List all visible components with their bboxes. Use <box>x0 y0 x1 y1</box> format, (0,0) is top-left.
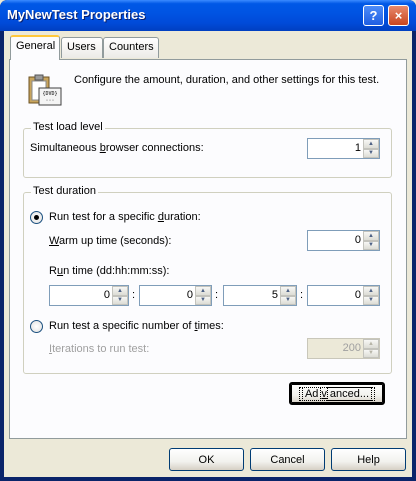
warmup-time-label: Warm up time (seconds): <box>49 235 172 247</box>
advanced-button[interactable]: Ad v anced... <box>289 382 385 405</box>
general-tab-panel: {DVD} ◦◦◦ Configure the amount, duration… <box>9 59 407 439</box>
window-title: MyNewTest Properties <box>7 7 146 22</box>
spin-up-icon[interactable]: ▲ <box>363 231 379 241</box>
spin-down-icon[interactable]: ▼ <box>363 148 379 158</box>
tab-general[interactable]: General <box>10 35 60 60</box>
svg-text:{DVD}: {DVD} <box>42 91 57 97</box>
tab-counters[interactable]: Counters <box>103 37 159 58</box>
run-time-minutes-value[interactable]: 5 <box>272 289 278 301</box>
test-duration-group: Test duration Run test for a specific du… <box>23 185 392 374</box>
iterations-option-label[interactable]: Run test a specific number of times: <box>49 320 224 332</box>
browser-connections-value[interactable]: 1 <box>355 142 361 154</box>
intro-description: Configure the amount, duration, and othe… <box>74 74 380 86</box>
run-time-days-spinner[interactable]: 0 ▲ ▼ <box>49 285 129 306</box>
title-help-button[interactable]: ? <box>363 5 384 26</box>
browser-connections-label: Simultaneous browser connections: <box>30 142 204 154</box>
run-time-days-value[interactable]: 0 <box>104 289 110 301</box>
title-bar[interactable]: MyNewTest Properties ? × <box>0 0 416 31</box>
spin-down-icon[interactable]: ▼ <box>363 240 379 250</box>
title-close-button[interactable]: × <box>388 5 409 26</box>
test-properties-icon: {DVD} ◦◦◦ <box>28 74 62 106</box>
spin-down-icon[interactable]: ▼ <box>195 295 211 305</box>
run-time-hours-value[interactable]: 0 <box>187 289 193 301</box>
warmup-time-spinner[interactable]: 0 ▲ ▼ <box>307 230 380 251</box>
specific-duration-radio[interactable] <box>30 211 43 224</box>
tab-users[interactable]: Users <box>61 37 103 58</box>
warmup-time-value[interactable]: 0 <box>355 234 361 246</box>
spin-up-icon[interactable]: ▲ <box>112 286 128 296</box>
iterations-value[interactable]: 200 <box>343 342 361 354</box>
run-time-hours-spinner[interactable]: 0 ▲ ▼ <box>139 285 212 306</box>
cancel-button[interactable]: Cancel <box>250 448 325 471</box>
spin-up-icon[interactable]: ▲ <box>280 286 296 296</box>
iterations-radio[interactable] <box>30 320 43 333</box>
spin-up-icon[interactable]: ▲ <box>363 339 379 349</box>
spin-down-icon[interactable]: ▼ <box>363 295 379 305</box>
spin-down-icon[interactable]: ▼ <box>280 295 296 305</box>
time-separator: : <box>215 289 219 301</box>
spin-up-icon[interactable]: ▲ <box>363 286 379 296</box>
iterations-label: Iterations to run test: <box>49 343 150 355</box>
specific-duration-label[interactable]: Run test for a specific duration: <box>49 211 201 223</box>
test-load-level-title: Test load level <box>31 121 105 133</box>
spin-down-icon[interactable]: ▼ <box>112 295 128 305</box>
run-time-label: Run time (dd:hh:mm:ss): <box>49 265 170 277</box>
spin-down-icon[interactable]: ▼ <box>363 348 379 358</box>
iterations-spinner[interactable]: 200 ▲ ▼ <box>307 338 380 359</box>
time-separator: : <box>300 289 304 301</box>
run-time-minutes-spinner[interactable]: 5 ▲ ▼ <box>223 285 297 306</box>
ok-button[interactable]: OK <box>169 448 244 471</box>
svg-text:◦◦◦: ◦◦◦ <box>45 98 54 104</box>
run-time-seconds-value[interactable]: 0 <box>355 289 361 301</box>
test-load-level-group: Test load level Simultaneous browser con… <box>23 121 392 178</box>
spin-up-icon[interactable]: ▲ <box>195 286 211 296</box>
properties-dialog: MyNewTest Properties ? × General Users C… <box>0 0 416 481</box>
spin-up-icon[interactable]: ▲ <box>363 139 379 149</box>
test-duration-title: Test duration <box>31 185 98 197</box>
time-separator: : <box>132 289 136 301</box>
dialog-client-area: General Users Counters {DVD} ◦◦◦ Configu… <box>4 31 412 477</box>
run-time-seconds-spinner[interactable]: 0 ▲ ▼ <box>307 285 380 306</box>
browser-connections-spinner[interactable]: 1 ▲ ▼ <box>307 138 380 159</box>
help-button[interactable]: Help <box>331 448 406 471</box>
